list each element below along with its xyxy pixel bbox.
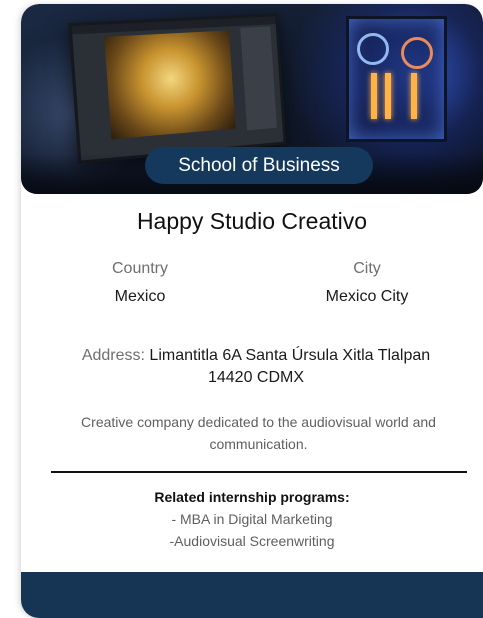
monitor-photo (104, 30, 236, 140)
fan-icon (357, 33, 389, 65)
company-card: School of Business Happy Studio Creativo… (21, 4, 483, 618)
address-value: Limantitla 6A Santa Úrsula Xitla Tlalpan… (149, 347, 431, 386)
ram-light (411, 73, 417, 119)
monitor-graphic (68, 13, 287, 164)
program-item: - MBA in Digital Marketing (171, 511, 333, 527)
fan-icon (401, 37, 433, 69)
card-footer (21, 572, 483, 618)
country-label: Country (111, 260, 169, 277)
pc-tower-graphic (346, 16, 447, 142)
country-block: Country Mexico (50, 260, 230, 306)
programs-heading: Related internship programs: (154, 489, 350, 505)
internship-programs: Related internship programs: - MBA in Di… (21, 489, 483, 549)
program-item: -Audiovisual Screenwriting (169, 533, 335, 549)
city-block: City Mexico City (277, 260, 457, 306)
ram-light (371, 73, 377, 119)
school-badge: School of Business (145, 147, 373, 184)
company-name: Happy Studio Creativo (136, 208, 368, 234)
country-value: Mexico (114, 288, 166, 305)
city-value: Mexico City (325, 288, 409, 305)
company-description: Creative company dedicated to the audiov… (81, 414, 436, 452)
address-label: Address: (81, 347, 145, 364)
city-label: City (353, 260, 381, 277)
address: Address: Limantitla 6A Santa Úrsula Xitl… (81, 345, 431, 389)
divider (51, 471, 467, 473)
ram-light (385, 73, 391, 119)
monitor-panel (240, 26, 277, 131)
